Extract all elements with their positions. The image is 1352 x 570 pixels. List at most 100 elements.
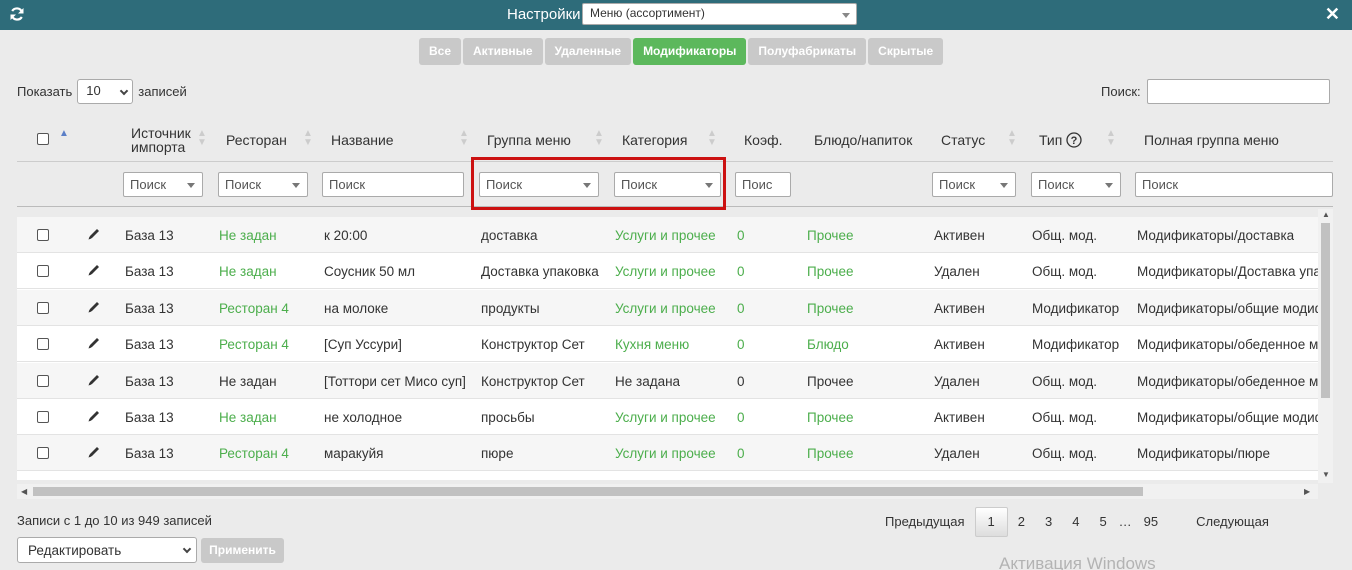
cell-dish[interactable]: Блюдо — [807, 337, 849, 352]
cell-dish[interactable]: Прочее — [807, 264, 853, 279]
cell-category: Не задана — [615, 374, 681, 389]
col-type[interactable]: Тип ? — [1039, 117, 1082, 162]
cell-coef[interactable]: 0 — [737, 301, 745, 316]
cell-restaurant[interactable]: Ресторан 4 — [219, 446, 289, 461]
col-coef[interactable]: Коэф. — [744, 117, 783, 162]
col-dish[interactable]: Блюдо/напиток — [814, 117, 912, 162]
help-icon[interactable]: ? — [1066, 131, 1082, 148]
scroll-down-icon[interactable]: ▼ — [1322, 470, 1330, 479]
edit-pencil-icon[interactable] — [87, 409, 101, 423]
col-restaurant[interactable]: Ресторан — [226, 117, 287, 162]
cell-category[interactable]: Услуги и прочее — [615, 410, 716, 425]
apply-button[interactable]: Применить — [201, 538, 284, 563]
sort-asc-icon[interactable]: ▲ — [59, 129, 69, 139]
table-row[interactable]: База 13 Не задан [Тоттори сет Мисо суп] Кон… — [17, 363, 1318, 399]
menu-type-select[interactable]: Меню (ассортимент) — [582, 3, 857, 25]
filter-status-select[interactable]: Поиск — [932, 172, 1016, 197]
cell-category[interactable]: Услуги и прочее — [615, 228, 716, 243]
table-row[interactable]: База 13 Не задан к 20:00 доставка Услуги и п… — [17, 217, 1318, 253]
tab-deleted[interactable]: Удаленные — [544, 38, 632, 65]
page-length-suffix: записей — [138, 84, 187, 99]
cell-dish[interactable]: Прочее — [807, 446, 853, 461]
filter-type-select[interactable]: Поиск — [1031, 172, 1121, 197]
cell-coef[interactable]: 0 — [737, 446, 745, 461]
close-icon[interactable]: ✕ — [1325, 5, 1340, 23]
scroll-thumb[interactable] — [33, 487, 1143, 496]
cell-restaurant[interactable]: Не задан — [219, 228, 277, 243]
cell-restaurant[interactable]: Не задан — [219, 410, 277, 425]
cell-restaurant: Не задан — [219, 374, 277, 389]
pagination-prev[interactable]: Предыдущая — [875, 508, 975, 536]
table-row[interactable]: База 13 Ресторан 4 маракуйя пюре Услуги и пр… — [17, 435, 1318, 471]
tab-hidden[interactable]: Скрытые — [868, 38, 944, 65]
table-row[interactable]: База 13 Не задан не холодное просьбы Услуги … — [17, 399, 1318, 435]
pagination-page[interactable]: 3 — [1035, 508, 1062, 536]
table-row[interactable]: База 13 Не задан Соусник 50 мл Доставка упа… — [17, 253, 1318, 289]
edit-pencil-icon[interactable] — [87, 263, 101, 277]
col-source[interactable]: Источник импорта — [131, 117, 191, 162]
bulk-action-select[interactable]: Редактировать — [17, 537, 197, 563]
row-checkbox[interactable] — [37, 265, 49, 277]
vertical-scrollbar[interactable]: ▲ ▼ — [1318, 209, 1333, 483]
filter-restaurant-select[interactable]: Поиск — [218, 172, 308, 197]
cell-dish[interactable]: Прочее — [807, 228, 853, 243]
pagination-next[interactable]: Следующая — [1186, 508, 1279, 536]
cell-coef[interactable]: 0 — [737, 228, 745, 243]
col-menu-group[interactable]: Группа меню — [487, 117, 571, 162]
horizontal-scrollbar[interactable]: ◀ ▶ — [17, 484, 1318, 499]
chevron-down-icon — [187, 183, 195, 188]
row-checkbox[interactable] — [37, 302, 49, 314]
row-checkbox[interactable] — [37, 411, 49, 423]
scroll-right-icon[interactable]: ▶ — [1304, 487, 1310, 496]
page-length-select[interactable]: 10 — [77, 79, 134, 104]
tab-active[interactable]: Активные — [463, 38, 543, 65]
scroll-up-icon[interactable]: ▲ — [1322, 210, 1330, 219]
scroll-thumb[interactable] — [1321, 223, 1330, 398]
pagination-page[interactable]: 2 — [1008, 508, 1035, 536]
pagination-page[interactable]: 95 — [1134, 508, 1168, 536]
col-category[interactable]: Категория — [622, 117, 687, 162]
cell-restaurant[interactable]: Ресторан 4 — [219, 301, 289, 316]
cell-restaurant[interactable]: Не задан — [219, 264, 277, 279]
row-checkbox[interactable] — [37, 338, 49, 350]
row-checkbox[interactable] — [37, 229, 49, 241]
edit-pencil-icon[interactable] — [87, 445, 101, 459]
table-row[interactable]: База 13 Ресторан 4 на молоке продукты Услуги… — [17, 290, 1318, 326]
select-all-checkbox[interactable] — [37, 133, 49, 145]
cell-category[interactable]: Услуги и прочее — [615, 446, 716, 461]
refresh-icon[interactable] — [9, 6, 25, 22]
filter-coef-input[interactable]: Поис — [735, 172, 791, 197]
col-name[interactable]: Название — [331, 117, 394, 162]
row-checkbox[interactable] — [37, 375, 49, 387]
cell-category[interactable]: Услуги и прочее — [615, 264, 716, 279]
table-row[interactable]: База 13 Ресторан 4 [Суп Уссури] Конструктор… — [17, 326, 1318, 362]
filter-full-group-input[interactable]: Поиск — [1135, 172, 1333, 197]
sort-icon: ▲ ▼ — [459, 128, 469, 148]
pagination-page[interactable]: 4 — [1062, 508, 1089, 536]
cell-coef[interactable]: 0 — [737, 264, 745, 279]
cell-category[interactable]: Кухня меню — [615, 337, 689, 352]
page-length-value: 10 — [86, 83, 101, 98]
scroll-left-icon[interactable]: ◀ — [21, 487, 27, 496]
cell-dish[interactable]: Прочее — [807, 301, 853, 316]
filter-name-input[interactable]: Поиск — [322, 172, 464, 197]
row-checkbox[interactable] — [37, 447, 49, 459]
edit-pencil-icon[interactable] — [87, 300, 101, 314]
cell-dish[interactable]: Прочее — [807, 410, 853, 425]
cell-category[interactable]: Услуги и прочее — [615, 301, 716, 316]
tab-modifiers[interactable]: Модификаторы — [633, 38, 747, 65]
cell-coef[interactable]: 0 — [737, 337, 745, 352]
cell-coef[interactable]: 0 — [737, 410, 745, 425]
col-full-group[interactable]: Полная группа меню — [1144, 117, 1279, 162]
search-input[interactable] — [1146, 79, 1330, 104]
filter-source-select[interactable]: Поиск — [123, 172, 203, 197]
tab-semifinished[interactable]: Полуфабрикаты — [748, 38, 867, 65]
tab-all[interactable]: Все — [419, 38, 462, 65]
edit-pencil-icon[interactable] — [87, 373, 101, 387]
pagination-page[interactable]: 5 — [1089, 508, 1116, 536]
col-status[interactable]: Статус — [941, 117, 985, 162]
cell-restaurant[interactable]: Ресторан 4 — [219, 337, 289, 352]
edit-pencil-icon[interactable] — [87, 336, 101, 350]
pagination-page[interactable]: 1 — [974, 507, 1008, 537]
edit-pencil-icon[interactable] — [87, 227, 101, 241]
